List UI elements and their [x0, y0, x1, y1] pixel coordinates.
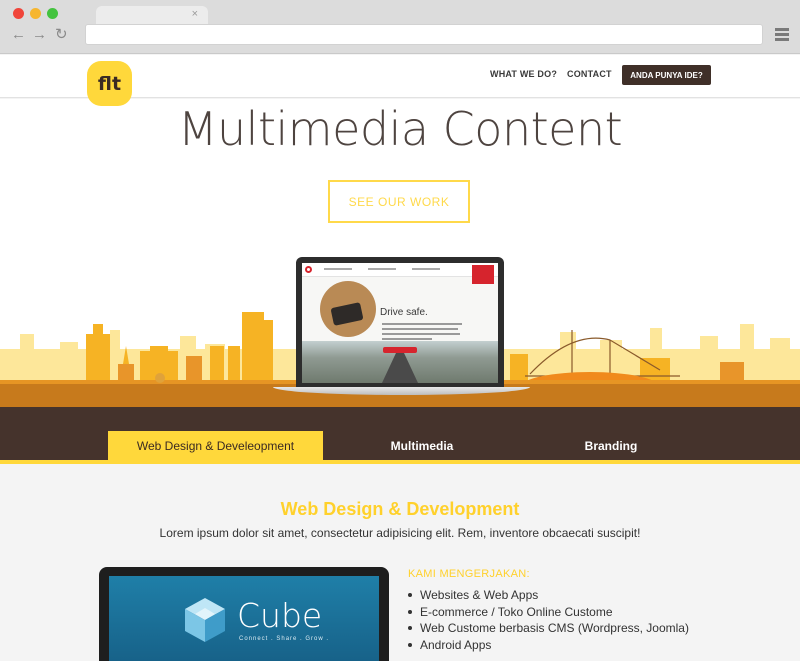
- tab-branding[interactable]: Branding: [511, 431, 711, 460]
- idea-cta-button[interactable]: ANDA PUNYA IDE?: [622, 65, 711, 85]
- list-item: Android Apps: [408, 637, 689, 654]
- nav-contact[interactable]: CONTACT: [567, 69, 612, 79]
- back-arrow-icon[interactable]: ←: [11, 27, 26, 43]
- browser-window: × ← → ↻ flt WHAT WE DO? CONTACT ANDA PUN…: [0, 0, 800, 661]
- cube-icon: [185, 598, 225, 642]
- forward-arrow-icon[interactable]: →: [32, 27, 47, 43]
- monitor-tagline: Connect . Share . Grow .: [239, 636, 330, 642]
- list-item: E-commerce / Toko Online Custome: [408, 604, 689, 621]
- mini-nav-link: [412, 268, 440, 270]
- mini-text-line: [382, 323, 462, 325]
- device-photo: [320, 281, 376, 337]
- mini-text-line: [382, 333, 460, 335]
- browser-tab[interactable]: ×: [96, 6, 208, 26]
- tab-close-icon[interactable]: ×: [192, 8, 198, 20]
- laptop-screen-frame: Drive safe.: [296, 257, 504, 387]
- monitor-brand: Cube: [237, 596, 323, 635]
- web-design-section: Web Design & Development Lorem ipsum dol…: [0, 464, 800, 661]
- mini-site-nav: [302, 263, 498, 277]
- hamburger-menu-icon[interactable]: [775, 28, 789, 41]
- mini-text-line: [382, 328, 458, 330]
- mini-nav-link: [368, 268, 396, 270]
- tab-web-design[interactable]: Web Design & Develeopment: [108, 431, 323, 460]
- laptop-mockup: Drive safe.: [273, 257, 530, 401]
- laptop-base: [273, 387, 530, 395]
- mini-nav-link: [324, 268, 352, 270]
- site-header: flt WHAT WE DO? CONTACT ANDA PUNYA IDE?: [0, 55, 800, 106]
- laptop-screen: Drive safe.: [302, 263, 498, 383]
- hero-section: Multimedia Content SEE OUR WORK Drive sa…: [0, 99, 800, 407]
- mini-brand-badge: [472, 265, 494, 284]
- monitor-screen: Cube Connect . Share . Grow .: [109, 576, 379, 661]
- mini-logo-icon: [305, 266, 312, 273]
- minimize-window-button[interactable]: [30, 8, 41, 19]
- tab-multimedia[interactable]: Multimedia: [322, 431, 522, 460]
- maximize-window-button[interactable]: [47, 8, 58, 19]
- list-item: Websites & Web Apps: [408, 587, 689, 604]
- section-description: Lorem ipsum dolor sit amet, consectetur …: [159, 526, 641, 540]
- mini-text-line: [382, 338, 432, 340]
- section-title: Web Design & Development: [280, 499, 520, 519]
- monitor-mockup: Cube Connect . Share . Grow .: [99, 567, 389, 661]
- mini-cta-button: [383, 347, 417, 353]
- hero-title: Multimedia Content: [177, 102, 623, 156]
- services-list: Websites & Web Apps E-commerce / Toko On…: [408, 587, 689, 653]
- close-window-button[interactable]: [13, 8, 24, 19]
- nav-what-we-do[interactable]: WHAT WE DO?: [490, 69, 557, 79]
- site-logo[interactable]: flt: [87, 61, 132, 106]
- list-item: Web Custome berbasis CMS (Wordpress, Joo…: [408, 620, 689, 637]
- laptop-heading: Drive safe.: [380, 307, 428, 318]
- services-heading: KAMI MENGERJAKAN:: [408, 568, 530, 580]
- reload-icon[interactable]: ↻: [55, 27, 68, 43]
- see-our-work-button[interactable]: SEE OUR WORK: [328, 180, 470, 223]
- service-tabs-bar: Web Design & Develeopment Multimedia Bra…: [0, 407, 800, 460]
- address-bar[interactable]: [85, 24, 763, 45]
- browser-chrome: × ← → ↻: [0, 0, 800, 54]
